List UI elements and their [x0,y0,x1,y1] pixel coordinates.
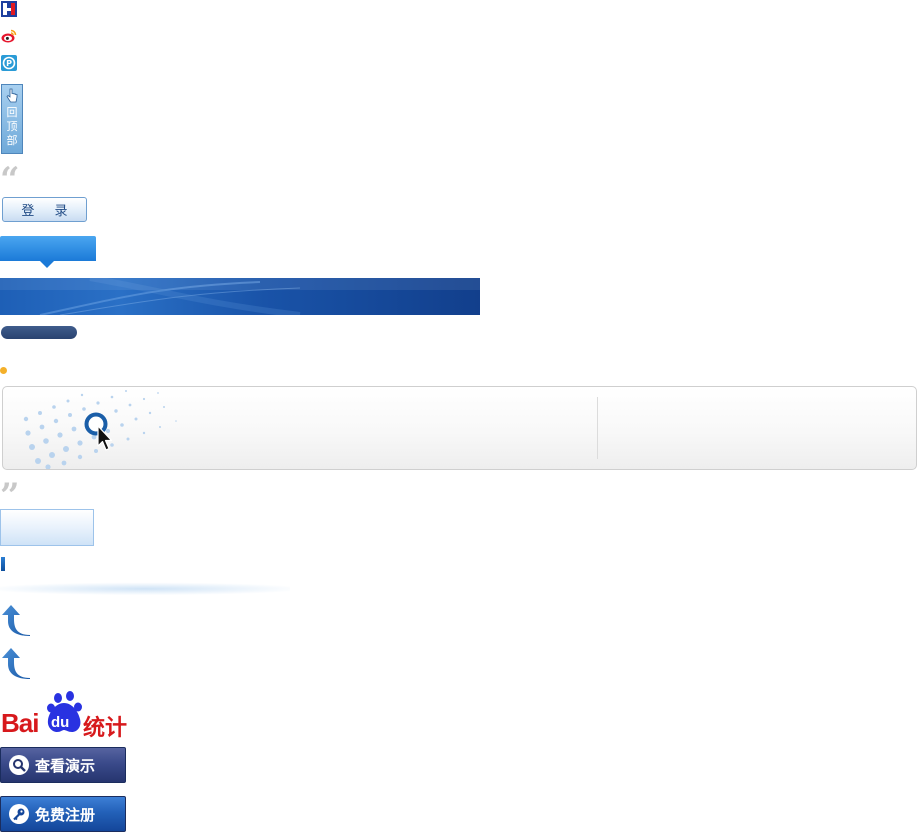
panel-divider [597,397,598,459]
tab-pointer-arrow [40,261,54,268]
open-quote-mark: “ [0,160,20,200]
light-blue-box[interactable] [0,509,94,546]
login-button[interactable]: 登 录 [2,197,87,222]
feature-panel [2,386,917,470]
svg-text:P: P [6,59,12,68]
glow-divider [0,580,290,596]
magnifier-cursor-icon [84,412,113,451]
key-icon [9,804,29,824]
p-logo-icon[interactable]: P [1,55,17,71]
back-to-top-label: 回顶部 [6,106,18,147]
blue-tab[interactable] [0,236,96,261]
dark-pill-button[interactable] [1,326,77,339]
baidu-tongji-logo[interactable]: Bai du 统计 [1,690,137,741]
baidu-logo-tongji: 统计 [83,716,128,741]
blue-banner [0,278,480,315]
blue-marker-bar [1,557,5,571]
banner-swoosh [0,278,480,315]
pointer-hand-icon [6,88,18,103]
free-register-button[interactable]: 免费注册 [0,796,126,832]
free-register-label: 免费注册 [35,805,96,824]
orange-bullet-dot [0,367,7,374]
back-to-top-button[interactable]: 回顶部 [1,84,23,154]
view-demo-label: 查看演示 [35,756,96,775]
weibo-icon[interactable] [1,28,17,44]
baidu-logo-bai: Bai [1,708,39,738]
view-demo-button[interactable]: 查看演示 [0,747,126,783]
curved-up-arrow-icon[interactable] [0,603,34,637]
curved-up-arrow-icon[interactable] [0,646,34,680]
close-quote-mark: ” [0,476,20,516]
search-icon [9,755,29,775]
blue-red-h-logo-icon[interactable] [1,1,17,17]
baidu-logo-du: du [51,714,70,731]
